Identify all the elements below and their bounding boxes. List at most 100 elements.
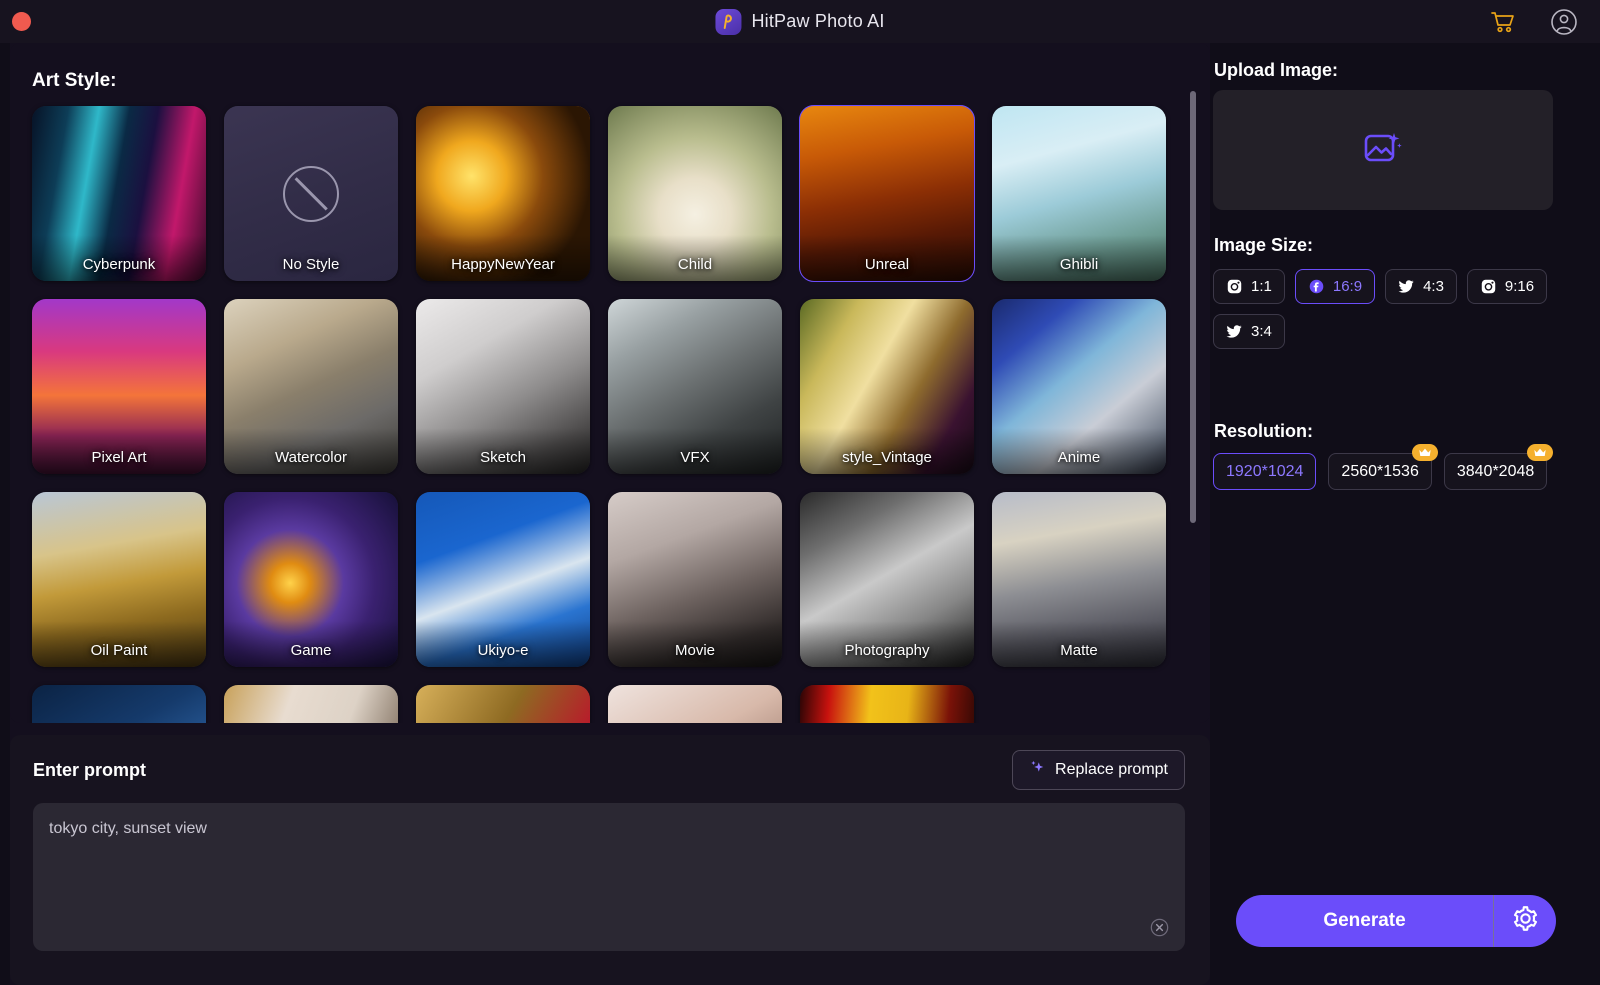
thumbnail-shade [416,621,590,667]
clear-icon[interactable] [1150,918,1169,937]
art-style-scrollbar-thumb[interactable] [1190,91,1196,523]
replace-prompt-label: Replace prompt [1055,761,1168,778]
image-size-option-9-16[interactable]: 9:16 [1466,269,1548,304]
art-style-thumbnail [800,685,974,723]
divider [1493,895,1494,947]
resolution-option-2560x1536[interactable]: 2560*1536 [1328,444,1438,490]
prompt-input[interactable]: tokyo city, sunset view [33,803,1185,951]
thumbnail-shade [416,428,590,474]
art-style-card-cyberpunk[interactable]: Cyberpunk [32,106,206,281]
sparkle-icon [1029,759,1046,781]
art-style-card-no-style[interactable]: No Style [224,106,398,281]
art-style-thumbnail [224,106,398,281]
thumbnail-shade [992,621,1166,667]
thumbnail-shade [32,235,206,281]
art-style-card-photography[interactable]: Photography [800,492,974,667]
art-style-card-ukiyo-e[interactable]: Ukiyo-e [416,492,590,667]
generate-label: Generate [1323,910,1406,931]
thumbnail-shade [608,621,782,667]
image-size-option-label: 3:4 [1251,323,1272,340]
art-style-card-ghibli[interactable]: Ghibli [992,106,1166,281]
art-style-card-unreal[interactable]: Unreal [799,105,975,282]
image-size-option-label: 16:9 [1332,278,1363,295]
image-size-option-1-1[interactable]: 1:1 [1213,269,1285,304]
account-icon[interactable] [1550,8,1578,36]
thumbnail-shade [800,621,974,667]
resolution-label: Resolution: [1214,421,1313,441]
image-size-option-label: 1:1 [1251,278,1272,295]
generate-row: Generate [1236,895,1556,947]
generate-button[interactable]: Generate [1236,895,1493,947]
instagram-icon [1226,278,1243,295]
app-logo-icon [715,8,742,35]
thumbnail-shade [800,235,974,281]
art-style-thumbnail [608,685,782,723]
art-style-thumbnail [224,685,398,723]
art-style-panel: Art Style: Cyberpunk No Style HappyNewYear… [10,43,1210,723]
image-size-option-label: 4:3 [1423,278,1444,295]
thumbnail-shade [224,621,398,667]
art-style-card-watercolor[interactable]: Watercolor [224,299,398,474]
art-style-card-movie[interactable]: Movie [608,492,782,667]
prompt-value: tokyo city, sunset view [49,820,207,837]
image-size-option-16-9[interactable]: 16:9 [1294,269,1376,304]
prompt-heading: Enter prompt [33,760,147,780]
art-style-card-21[interactable] [608,685,782,723]
art-style-card-child[interactable]: Child [608,106,782,281]
art-style-card-sketch[interactable]: Sketch [416,299,590,474]
art-style-card-vfx[interactable]: VFX [608,299,782,474]
twitter-icon [1398,278,1415,295]
no-style-icon [283,165,339,222]
settings-button[interactable] [1494,895,1556,947]
art-style-card-anime[interactable]: Anime [992,299,1166,474]
instagram-icon [1480,278,1497,295]
app-title: HitPaw Photo AI [751,11,885,31]
right-panel: Upload Image: Image Size: 1:1 16:9 4:3 9:16… [1210,43,1600,985]
art-style-card-pixel-art[interactable]: Pixel Art [32,299,206,474]
image-size-options: 1:1 16:9 4:3 9:16 3:4 [1213,269,1573,349]
thumbnail-shade [32,428,206,474]
cart-icon[interactable] [1490,10,1516,34]
facebook-icon [1308,278,1325,295]
app-title-group: HitPaw Photo AI [715,0,884,43]
art-style-card-22[interactable] [800,685,974,723]
image-size-option-label: 9:16 [1504,278,1535,295]
art-style-scrollbar[interactable] [1190,91,1196,701]
prompt-panel: Enter prompt Replace prompt tokyo city, … [10,735,1210,985]
resolution-options: 1920*1024 2560*1536 3840*2048 [1213,444,1554,490]
art-style-card-18[interactable] [32,685,206,723]
resolution-option-label: 2560*1536 [1341,462,1419,480]
thumbnail-shade [608,428,782,474]
thumbnail-shade [800,428,974,474]
resolution-option-1920x1024[interactable]: 1920*1024 [1213,453,1317,490]
image-size-option-3-4[interactable]: 3:4 [1213,314,1285,349]
art-style-card-oil-paint[interactable]: Oil Paint [32,492,206,667]
thumbnail-shade [416,235,590,281]
gear-icon [1512,905,1539,937]
art-style-card-20[interactable] [416,685,590,723]
art-style-card-happynewyear[interactable]: HappyNewYear [416,106,590,281]
resolution-option-label: 3840*2048 [1456,462,1535,480]
thumbnail-shade [608,235,782,281]
resolution-option-3840x2048[interactable]: 3840*2048 [1443,444,1554,490]
thumbnail-shade [224,428,398,474]
left-panel: Art Style: Cyberpunk No Style HappyNewYear… [10,43,1210,985]
art-style-thumbnail [416,685,590,723]
upload-image-label: Upload Image: [1214,60,1339,80]
resolution-option-label: 1920*1024 [1226,462,1304,480]
replace-prompt-button[interactable]: Replace prompt [1012,750,1185,790]
close-window-button[interactable] [12,12,31,31]
upload-image-dropzone[interactable] [1213,90,1553,210]
art-style-card-style-vintage[interactable]: style_Vintage [800,299,974,474]
image-size-option-4-3[interactable]: 4:3 [1385,269,1457,304]
twitter-icon [1226,323,1243,340]
thumbnail-shade [32,621,206,667]
thumbnail-shade [992,428,1166,474]
title-bar-actions [1490,0,1578,43]
art-style-card-19[interactable] [224,685,398,723]
thumbnail-shade [992,235,1166,281]
art-style-card-game[interactable]: Game [224,492,398,667]
premium-crown-icon [1411,444,1438,461]
art-style-card-matte[interactable]: Matte [992,492,1166,667]
art-style-heading: Art Style: [32,70,117,91]
